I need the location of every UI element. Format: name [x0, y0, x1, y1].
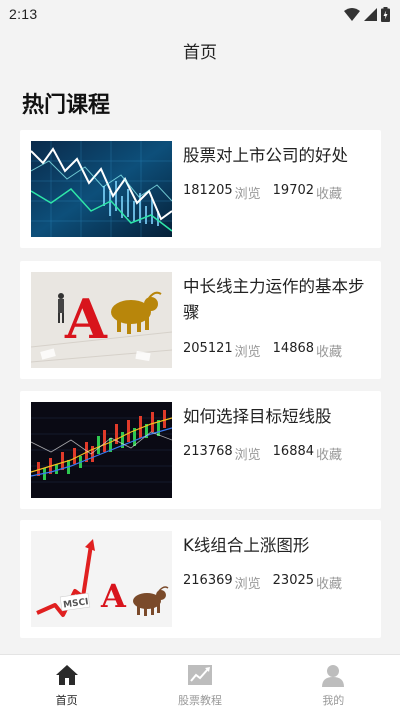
course-title: 如何选择目标短线股 [183, 407, 332, 426]
tab-home[interactable]: 首页 [0, 655, 133, 711]
favorite-count: 19702 [272, 183, 315, 198]
favorite-count: 23025 [272, 573, 315, 588]
favorite-label: 收藏 [316, 448, 343, 463]
wifi-icon [344, 7, 360, 21]
course-card[interactable]: A 中长线主力运作的基本步骤 205121 浏览 14868 收藏 [20, 261, 381, 379]
view-count: 213768 [183, 444, 233, 459]
bottom-tab-bar: 首页 股票教程 我的 [0, 654, 400, 711]
tab-home-label: 首页 [55, 694, 78, 707]
course-stats: 181205 浏览 19702 收藏 [183, 183, 342, 202]
course-thumbnail [31, 141, 172, 237]
course-card[interactable]: 股票对上市公司的好处 181205 浏览 19702 收藏 [20, 130, 381, 248]
course-thumbnail: MSCI A [31, 531, 172, 627]
course-title: 股票对上市公司的好处 [183, 146, 348, 165]
tab-profile[interactable]: 我的 [267, 655, 400, 711]
course-title: 中长线主力运作的基本步骤 [183, 277, 365, 322]
view-label: 浏览 [234, 345, 261, 360]
status-time: 2:13 [9, 6, 38, 22]
thumb-letter-a: A [64, 287, 108, 351]
user-icon [319, 662, 347, 688]
favorite-label: 收藏 [316, 345, 343, 360]
view-count: 216369 [183, 573, 233, 588]
course-thumbnail [31, 402, 172, 498]
signal-icon [364, 7, 377, 21]
view-label: 浏览 [234, 187, 261, 202]
course-card[interactable]: 如何选择目标短线股 213768 浏览 16884 收藏 [20, 391, 381, 509]
course-stats: 213768 浏览 16884 收藏 [183, 444, 342, 463]
app-bar: 首页 [0, 28, 400, 72]
chart-icon [186, 662, 214, 688]
page-title: 首页 [183, 42, 217, 63]
course-card[interactable]: MSCI A K线组合上涨图形 216369 浏览 23025 收藏 [20, 520, 381, 638]
battery-icon [381, 6, 390, 22]
course-stats: 216369 浏览 23025 收藏 [183, 573, 342, 592]
thumb-letter-a: A [100, 577, 127, 615]
favorite-count: 16884 [272, 444, 315, 459]
view-label: 浏览 [234, 577, 261, 592]
course-title: K线组合上涨图形 [183, 536, 310, 555]
favorite-label: 收藏 [316, 187, 343, 202]
home-icon [53, 662, 81, 688]
favorite-count: 14868 [272, 341, 315, 356]
favorite-label: 收藏 [316, 577, 343, 592]
view-label: 浏览 [234, 448, 261, 463]
view-count: 205121 [183, 341, 233, 356]
view-count: 181205 [183, 183, 233, 198]
course-thumbnail: A [31, 272, 172, 368]
section-title: 热门课程 [22, 93, 111, 118]
course-stats: 205121 浏览 14868 收藏 [183, 341, 342, 360]
tab-tutorials[interactable]: 股票教程 [133, 655, 266, 711]
status-icons [344, 6, 390, 22]
tab-tutorials-label: 股票教程 [177, 694, 222, 707]
tab-profile-label: 我的 [322, 694, 345, 707]
status-bar: 2:13 [0, 0, 400, 28]
